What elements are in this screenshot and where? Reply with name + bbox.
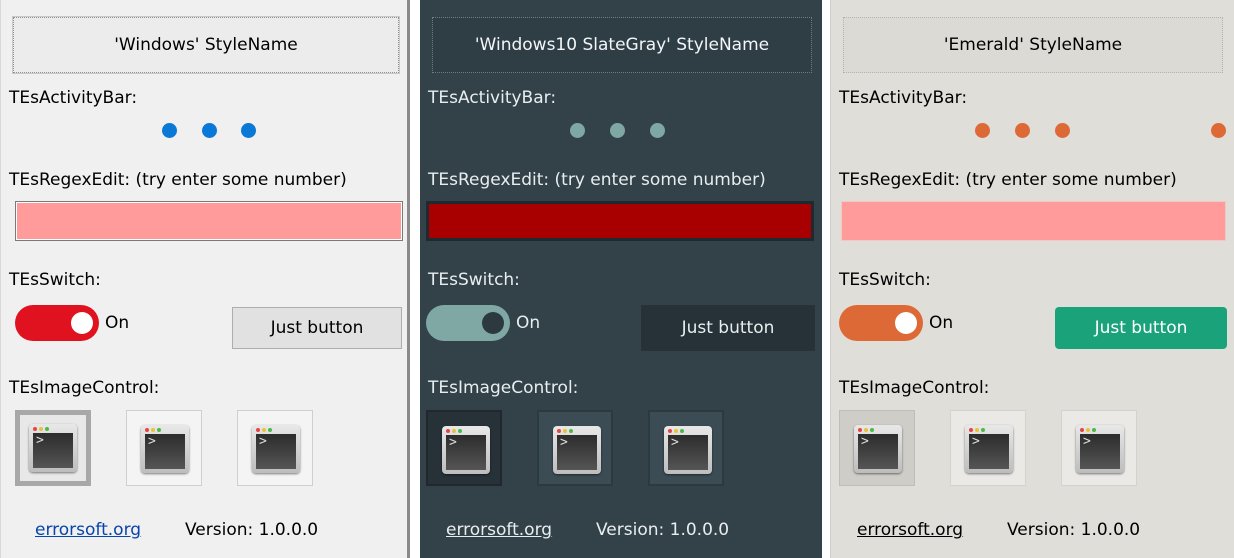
regex-edit-input[interactable]	[15, 201, 403, 241]
panel-emerald: 'Emerald' StyleName TEsActivityBar: TEsR…	[830, 0, 1234, 558]
image-control[interactable]: >	[15, 410, 91, 486]
panel-slategray: 'Windows10 SlateGray' StyleName TEsActiv…	[420, 0, 822, 558]
activity-bar-label: TEsActivityBar:	[428, 88, 557, 108]
regex-edit-label: TEsRegexEdit: (try enter some number)	[839, 170, 1177, 190]
just-button[interactable]: Just button	[232, 307, 402, 349]
activity-dot	[975, 123, 990, 138]
just-button[interactable]: Just button	[641, 305, 815, 351]
activity-dot	[570, 123, 585, 138]
errorsoft-link[interactable]: errorsoft.org	[35, 520, 141, 540]
switch-label: TEsSwitch:	[9, 270, 101, 290]
panel-title: 'Windows10 SlateGray' StyleName	[432, 17, 812, 73]
switch-label: TEsSwitch:	[428, 270, 520, 290]
toggle-switch[interactable]	[426, 305, 510, 341]
terminal-window-icon: >	[442, 426, 490, 474]
toggle-switch[interactable]	[839, 305, 923, 341]
switch-knob	[71, 312, 93, 334]
terminal-window-icon: >	[141, 425, 189, 473]
panel-title: 'Windows' StyleName	[12, 16, 400, 74]
terminal-window-icon: >	[553, 426, 601, 474]
terminal-window-icon: >	[965, 425, 1013, 473]
activity-dot	[241, 123, 256, 138]
panel-separator	[410, 0, 420, 558]
errorsoft-link[interactable]: errorsoft.org	[446, 520, 552, 540]
terminal-window-icon: >	[29, 424, 77, 472]
activity-dot	[650, 123, 665, 138]
switch-label: TEsSwitch:	[839, 270, 931, 290]
switch-knob	[895, 312, 917, 334]
image-control[interactable]: >	[1061, 410, 1137, 486]
terminal-window-icon: >	[664, 426, 712, 474]
terminal-window-icon: >	[1076, 425, 1124, 473]
switch-state-label: On	[929, 313, 954, 333]
switch-state-label: On	[105, 313, 130, 333]
image-control[interactable]: >	[426, 410, 502, 486]
just-button[interactable]: Just button	[1055, 307, 1227, 349]
regex-edit-label: TEsRegexEdit: (try enter some number)	[428, 170, 766, 190]
switch-knob	[482, 312, 504, 334]
regex-edit-input[interactable]	[426, 201, 814, 241]
activity-bar-label: TEsActivityBar:	[9, 88, 138, 108]
terminal-window-icon: >	[854, 425, 902, 473]
panel-separator	[822, 0, 830, 558]
image-control-label: TEsImageControl:	[9, 378, 160, 398]
image-control[interactable]: >	[126, 410, 202, 486]
activity-dot	[1211, 123, 1226, 138]
switch-state-label: On	[516, 313, 541, 333]
panel-windows: 'Windows' StyleName TEsActivityBar: TEsR…	[0, 0, 410, 558]
version-label: Version: 1.0.0.0	[596, 520, 730, 540]
version-label: Version: 1.0.0.0	[185, 520, 319, 540]
terminal-window-icon: >	[252, 425, 300, 473]
toggle-switch[interactable]	[15, 305, 99, 341]
activity-dot	[1055, 123, 1070, 138]
activity-dot	[610, 123, 625, 138]
version-label: Version: 1.0.0.0	[1007, 520, 1141, 540]
activity-dot	[162, 123, 177, 138]
activity-dot	[202, 123, 217, 138]
regex-edit-input[interactable]	[841, 201, 1226, 241]
activity-bar-label: TEsActivityBar:	[839, 88, 968, 108]
errorsoft-link[interactable]: errorsoft.org	[857, 520, 963, 540]
image-control-label: TEsImageControl:	[839, 378, 990, 398]
regex-edit-label: TEsRegexEdit: (try enter some number)	[9, 170, 347, 190]
image-control[interactable]: >	[839, 410, 915, 486]
image-control[interactable]: >	[237, 410, 313, 486]
image-control[interactable]: >	[537, 410, 613, 486]
activity-dot	[1015, 123, 1030, 138]
image-control[interactable]: >	[950, 410, 1026, 486]
image-control[interactable]: >	[648, 410, 724, 486]
panel-title: 'Emerald' StyleName	[843, 17, 1223, 73]
image-control-label: TEsImageControl:	[428, 378, 579, 398]
